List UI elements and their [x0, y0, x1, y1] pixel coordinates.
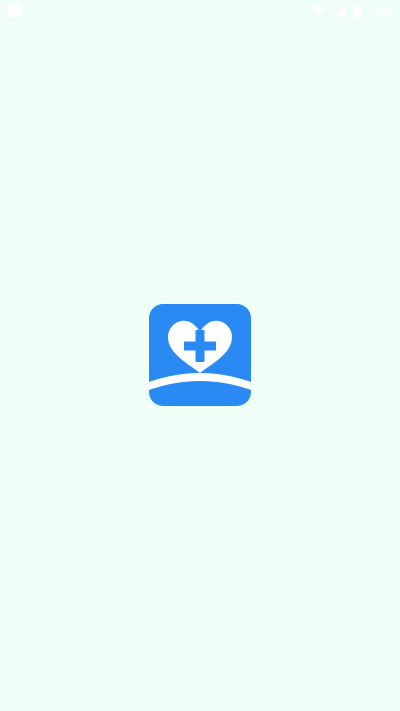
heart-medical-cross-icon	[149, 304, 251, 406]
splash-screen: 8:00	[0, 0, 400, 711]
app-logo	[149, 304, 251, 406]
status-time: 8:00	[368, 4, 392, 18]
notification-icon	[8, 4, 22, 18]
signal-icon	[332, 5, 345, 17]
wifi-icon	[310, 5, 325, 17]
status-right-icons: 8:00	[310, 3, 392, 19]
status-bar: 8:00	[0, 0, 400, 22]
battery-icon	[352, 4, 361, 18]
